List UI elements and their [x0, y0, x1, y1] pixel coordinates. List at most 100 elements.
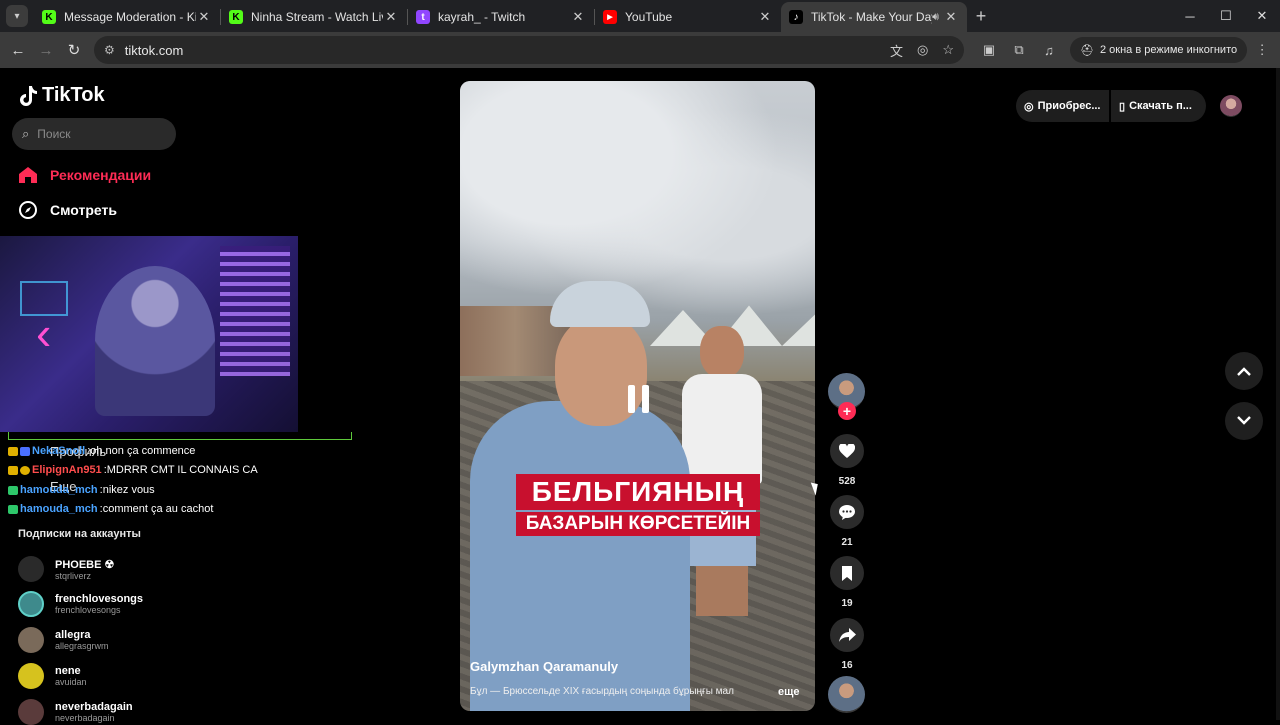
pause-icon[interactable] [615, 376, 661, 422]
speaker-icon[interactable]: 🔊︎ [932, 11, 939, 24]
comment-icon[interactable] [830, 495, 864, 529]
eye-off-icon[interactable]: ◎ [917, 42, 928, 58]
nav-label: Смотреть [50, 202, 117, 218]
following-account[interactable]: nene avuidan [18, 663, 87, 689]
browser-toolbar: ← → ↻ ⚙ tiktok.com 文 ◎ ☆ ▣ ⧉ ♫ ⛑ 2 окна … [0, 32, 1280, 68]
comment-count: 21 [841, 537, 853, 548]
chat-message: hamouda_mch : comment ça au cachot [8, 503, 213, 515]
share-icon[interactable] [830, 618, 864, 652]
boy-shirt [682, 374, 762, 484]
following-account[interactable]: allegra allegrasgrwm [18, 627, 109, 653]
back-icon[interactable]: ← [4, 42, 32, 59]
maximize-icon[interactable]: ☐ [1208, 0, 1244, 32]
avatar [18, 699, 44, 725]
more-button[interactable]: еще [778, 686, 800, 698]
account-handle: frenchlovesongs [55, 605, 121, 615]
follow-plus-icon[interactable]: + [838, 402, 856, 420]
account-name: nene [55, 665, 81, 677]
like-action[interactable]: 528 [828, 434, 866, 487]
new-tab-button[interactable]: + [967, 6, 995, 27]
get-coins-button[interactable]: ◎ Приобрес... [1016, 90, 1109, 122]
browser-tab[interactable]: ▶ YouTube ✕ [595, 2, 781, 32]
chevron-up-icon [1237, 367, 1251, 376]
streamer [95, 266, 215, 416]
youtube-icon: ▶ [603, 10, 617, 24]
video-player[interactable]: БЕЛЬГИЯНЫҢ БАЗАРЫН КӨРСЕТЕЙІН Galymzhan … [460, 81, 815, 711]
site-info-icon[interactable]: ⚙ [104, 43, 115, 57]
chat-message: NekaSnoll : oh non ça commence [8, 445, 195, 457]
previous-video-button[interactable] [1225, 352, 1263, 390]
user-avatar[interactable] [1220, 95, 1242, 117]
search-input[interactable]: ⌕ Поиск [12, 118, 176, 150]
kick-icon: K [229, 10, 243, 24]
browser-tab[interactable]: K Ninha Stream - Watch Live on K ✕ [221, 2, 407, 32]
video-caption-line1: БЕЛЬГИЯНЫҢ [516, 474, 760, 510]
heart-icon[interactable] [830, 434, 864, 468]
tiktok-logo[interactable]: TikTok [18, 84, 105, 107]
close-tab-icon[interactable]: ✕ [570, 9, 586, 25]
next-video-button[interactable] [1225, 402, 1263, 440]
extension-icon[interactable]: ▣ [974, 42, 1004, 58]
account-handle: neverbadagain [55, 713, 115, 723]
like-count: 528 [838, 476, 856, 487]
chat-text: comment ça au cachot [102, 503, 214, 515]
search-placeholder: Поиск [37, 127, 71, 141]
reload-icon[interactable]: ↻ [60, 41, 88, 59]
comment-action[interactable]: 21 [828, 495, 866, 548]
following-account[interactable]: frenchlovesongs frenchlovesongs [18, 591, 143, 617]
account-name: neverbadagain [55, 701, 133, 713]
close-tab-icon[interactable]: ✕ [943, 9, 959, 25]
bookmark-icon[interactable] [830, 556, 864, 590]
close-window-icon[interactable]: ✕ [1244, 0, 1280, 32]
account-text: frenchlovesongs frenchlovesongs [55, 593, 143, 615]
favorite-action[interactable]: 19 [828, 556, 866, 609]
avatar [18, 663, 44, 689]
incognito-badge[interactable]: ⛑ 2 окна в режиме инкогнито [1070, 37, 1248, 63]
incognito-label: 2 окна в режиме инкогнито [1099, 44, 1238, 56]
browser-tab-active[interactable]: ♪ TikTok - Make Your Day 🔊︎ ✕ [781, 2, 967, 32]
chat-username: hamouda_mch [20, 484, 98, 496]
neon-stripes [220, 246, 290, 376]
account-text: nene avuidan [55, 665, 87, 687]
home-icon [18, 165, 38, 185]
video-author[interactable]: Galymzhan Qaramanuly [470, 659, 618, 674]
share-count: 16 [841, 660, 853, 671]
following-account[interactable]: PHOEBE ☢ stqrliverz [18, 556, 114, 582]
account-text: PHOEBE ☢ stqrliverz [55, 558, 114, 581]
media-icon[interactable]: ♫ [1034, 43, 1064, 58]
following-account[interactable]: neverbadagain neverbadagain [18, 699, 133, 725]
close-tab-icon[interactable]: ✕ [196, 9, 212, 25]
translate-icon[interactable]: 文 [890, 41, 903, 60]
nav-item-recommendations[interactable]: Рекомендации [18, 165, 151, 185]
tiktok-logo-icon [20, 85, 37, 106]
nav-item-explore[interactable]: Смотреть [18, 200, 117, 220]
next-creator-avatar[interactable] [828, 676, 865, 713]
download-app-button[interactable]: ▯ Скачать п... [1111, 90, 1206, 122]
address-bar[interactable]: ⚙ tiktok.com 文 ◎ ☆ [94, 36, 964, 64]
tab-search-button[interactable]: ▾ [6, 5, 28, 27]
browser-tab[interactable]: K Message Moderation - Kick Da ✕ [34, 2, 220, 32]
tab-title: YouTube [625, 10, 673, 24]
neon-chevron: ‹ [36, 307, 52, 359]
tiktok-page: TikTok ⌕ Поиск Рекомендации Смотреть ‹ П… [0, 68, 1280, 725]
forward-icon[interactable]: → [32, 42, 60, 59]
star-icon[interactable]: ☆ [942, 42, 954, 58]
stream-overlay: ‹ [0, 236, 298, 432]
minimize-icon[interactable]: ─ [1172, 0, 1208, 32]
menu-icon[interactable]: ⋮ [1247, 42, 1277, 58]
coin-icon: ◎ [1024, 100, 1034, 113]
avatar [18, 556, 44, 582]
chat-frame [8, 432, 352, 440]
puzzle-icon[interactable]: ⧉ [1004, 42, 1034, 58]
close-tab-icon[interactable]: ✕ [383, 9, 399, 25]
share-action[interactable]: 16 [828, 618, 866, 671]
window-controls: ─ ☐ ✕ [1172, 0, 1280, 32]
close-tab-icon[interactable]: ✕ [757, 9, 773, 25]
chat-username: NekaSnoll [32, 445, 86, 457]
account-name: PHOEBE ☢ [55, 558, 115, 571]
chat-message: hamouda_mch : nikez vous [8, 484, 155, 496]
browser-tab[interactable]: t kayrah_ - Twitch ✕ [408, 2, 594, 32]
scrollbar[interactable] [1276, 68, 1280, 720]
tab-title: Message Moderation - Kick Da [64, 10, 196, 24]
account-name: frenchlovesongs [55, 593, 144, 605]
